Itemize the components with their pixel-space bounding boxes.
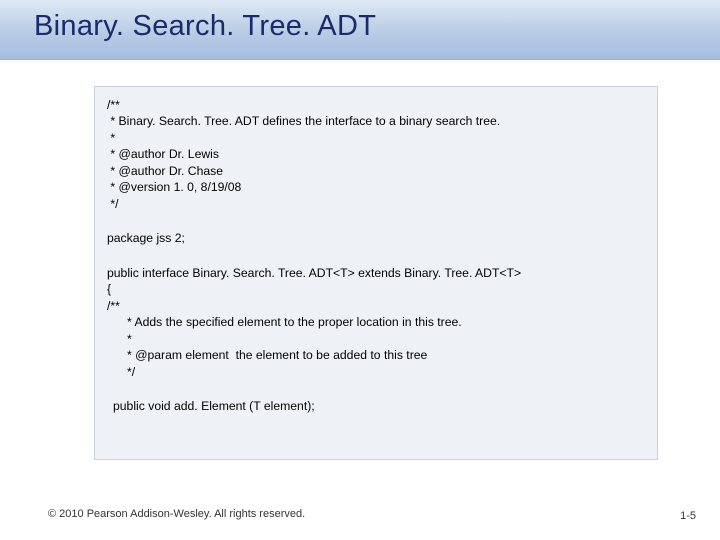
spacer	[107, 247, 645, 265]
code-box: /** * Binary. Search. Tree. ADT defines …	[94, 86, 658, 460]
slide-title: Binary. Search. Tree. ADT	[34, 10, 376, 43]
slide: Binary. Search. Tree. ADT /** * Binary. …	[0, 0, 720, 540]
footer-page-number: 1-5	[680, 510, 696, 522]
method-decl: public void add. Element (T element);	[113, 398, 645, 414]
javadoc-header: /** * Binary. Search. Tree. ADT defines …	[107, 97, 645, 212]
spacer	[107, 380, 645, 398]
package-decl: package jss 2;	[107, 230, 645, 246]
footer-copyright: © 2010 Pearson Addison-Wesley. All right…	[48, 508, 305, 520]
spacer	[107, 212, 645, 230]
javadoc-method: * Adds the specified element to the prop…	[127, 314, 645, 380]
interface-decl: public interface Binary. Search. Tree. A…	[107, 265, 645, 314]
